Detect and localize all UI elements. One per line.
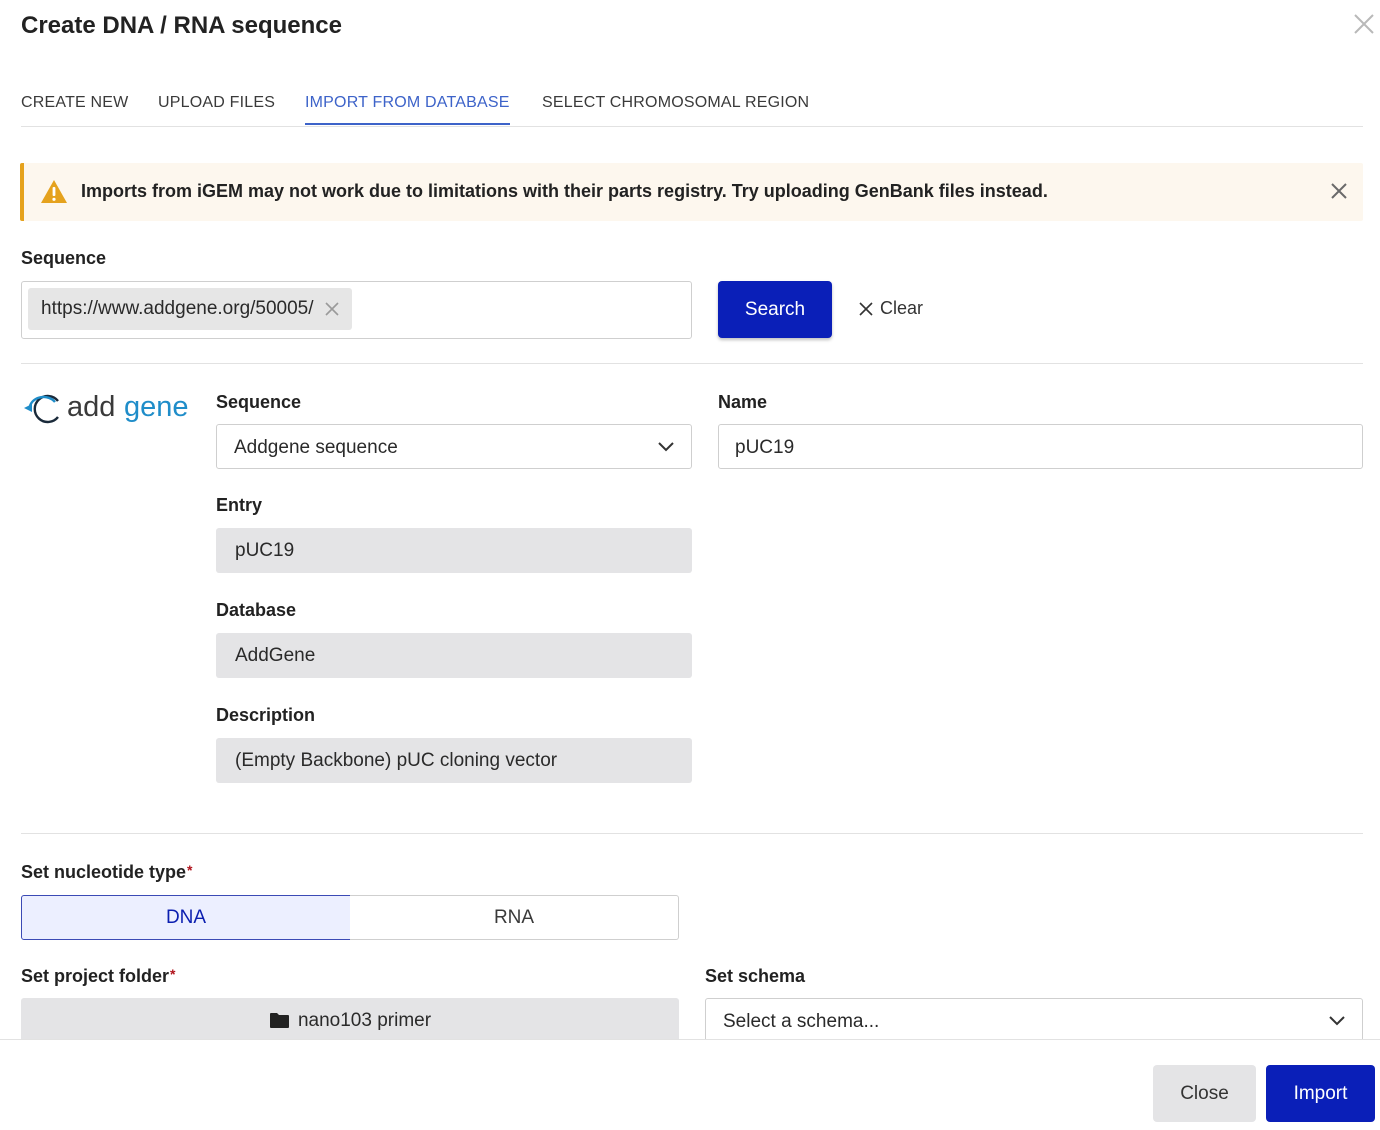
schema-placeholder: Select a schema...	[723, 1011, 880, 1032]
project-folder-button[interactable]: nano103 primer	[21, 998, 679, 1043]
chevron-down-icon	[1329, 1016, 1345, 1026]
close-button[interactable]: Close	[1153, 1065, 1256, 1122]
dialog-footer: Close Import	[0, 1039, 1380, 1130]
sequence-search-label: Sequence	[21, 248, 107, 268]
import-button[interactable]: Import	[1266, 1065, 1375, 1122]
logo-text-add: add	[67, 391, 115, 423]
url-chip-text: https://www.addgene.org/50005/	[41, 298, 314, 319]
addgene-logo: add gene	[24, 391, 189, 424]
tab-select-chromosomal-region[interactable]: SELECT CHROMOSOMAL REGION	[542, 94, 809, 123]
schema-label: Set schema	[705, 966, 806, 986]
required-marker: *	[187, 862, 193, 878]
dna-toggle[interactable]: DNA	[21, 895, 351, 940]
dismiss-alert-icon[interactable]	[1330, 182, 1348, 200]
name-label: Name	[718, 392, 768, 412]
nucleotide-type-text: Set nucleotide type	[21, 862, 187, 882]
tab-create-new[interactable]: CREATE NEW	[21, 94, 128, 123]
tab-import-from-database[interactable]: IMPORT FROM DATABASE	[305, 94, 510, 125]
chevron-down-icon	[658, 442, 674, 452]
database-label: Database	[216, 600, 297, 620]
schema-select[interactable]: Select a schema...	[705, 998, 1363, 1043]
divider	[21, 363, 1363, 364]
tab-upload-files[interactable]: UPLOAD FILES	[158, 94, 275, 123]
name-input[interactable]: pUC19	[718, 424, 1363, 469]
entry-field: pUC19	[216, 528, 692, 573]
warning-icon	[41, 180, 67, 203]
clear-icon	[859, 301, 873, 316]
clear-label: Clear	[880, 298, 924, 318]
divider	[21, 833, 1363, 834]
logo-text-gene: gene	[124, 391, 189, 423]
project-folder-value: nano103 primer	[297, 1010, 432, 1031]
sequence-search-input[interactable]: https://www.addgene.org/50005/	[21, 281, 692, 339]
entry-label: Entry	[216, 495, 263, 515]
remove-chip-icon[interactable]	[324, 301, 340, 317]
search-button[interactable]: Search	[718, 281, 832, 338]
database-field: AddGene	[216, 633, 692, 678]
sequence-select-label: Sequence	[216, 392, 302, 412]
required-marker: *	[170, 966, 176, 982]
rna-toggle[interactable]: RNA	[350, 895, 679, 940]
sequence-select[interactable]: Addgene sequence	[216, 424, 692, 469]
tab-bar: CREATE NEW UPLOAD FILES IMPORT FROM DATA…	[21, 86, 1363, 127]
close-dialog-icon[interactable]	[1352, 12, 1376, 36]
warning-message: Imports from iGEM may not work due to li…	[81, 181, 1048, 201]
project-folder-label: Set project folder*	[21, 966, 175, 987]
dialog-title: Create DNA / RNA sequence	[21, 12, 342, 39]
nucleotide-type-label: Set nucleotide type*	[21, 862, 193, 883]
description-field: (Empty Backbone) pUC cloning vector	[216, 738, 692, 783]
description-label: Description	[216, 705, 316, 725]
clear-button[interactable]: Clear	[858, 298, 923, 319]
url-chip: https://www.addgene.org/50005/	[28, 288, 352, 330]
warning-banner: Imports from iGEM may not work due to li…	[20, 163, 1363, 221]
project-folder-text: Set project folder	[21, 966, 170, 986]
sequence-select-value: Addgene sequence	[234, 437, 398, 458]
folder-icon	[269, 1013, 289, 1028]
